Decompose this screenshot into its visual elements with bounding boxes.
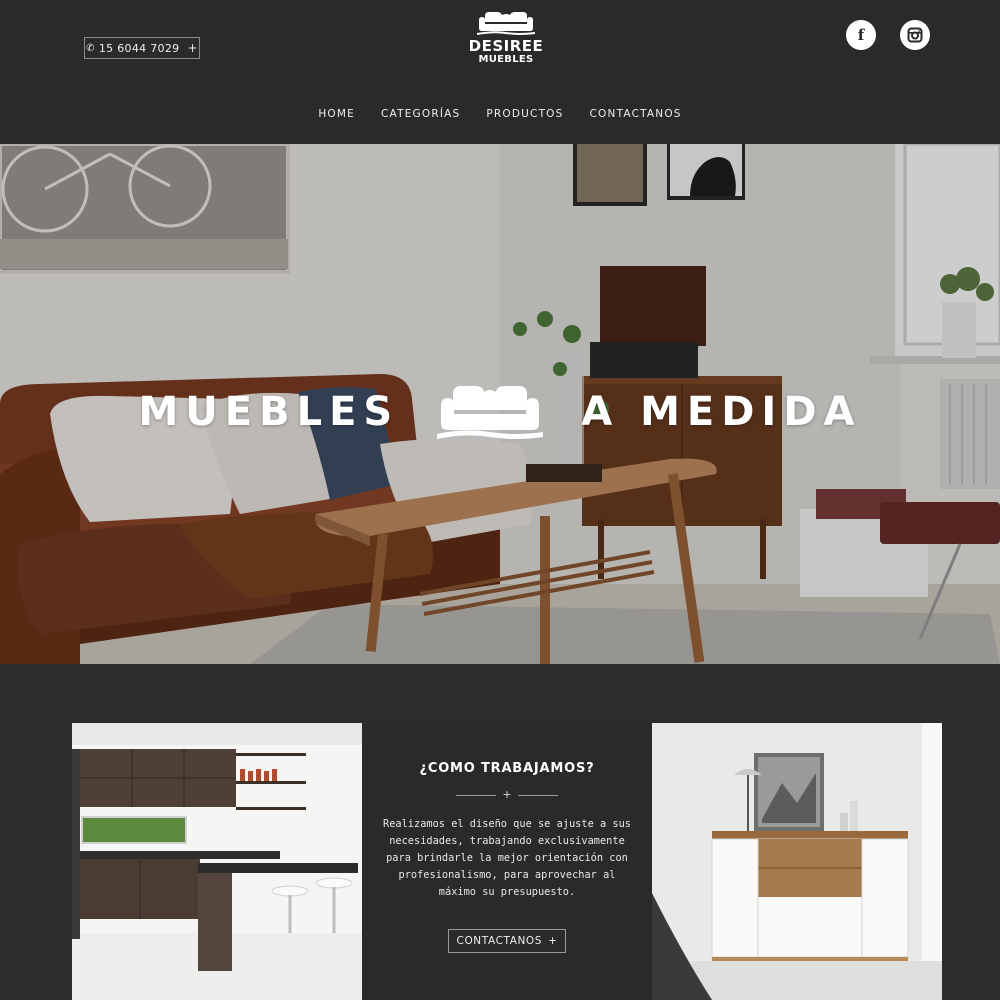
instagram-glyph bbox=[907, 27, 923, 43]
facebook-icon[interactable]: f bbox=[846, 20, 876, 50]
feature-description: Realizamos el diseño que se ajuste a sus… bbox=[383, 818, 631, 898]
feature-divider: + bbox=[455, 788, 559, 801]
contact-button-label: CONTACTANOS bbox=[456, 935, 543, 947]
logo-title: DESIREE bbox=[468, 37, 544, 55]
hero-title-right: A MEDIDA bbox=[581, 389, 862, 435]
sofa-icon bbox=[477, 12, 535, 35]
sideboard-image bbox=[652, 723, 942, 1000]
nav-contactanos[interactable]: CONTACTANOS bbox=[577, 108, 695, 120]
how-we-work-panel: ¿COMO TRABAJAMOS? + Realizamos el diseño… bbox=[362, 723, 652, 1000]
facebook-glyph: f bbox=[857, 26, 865, 44]
kitchen-image bbox=[72, 723, 362, 1000]
feature-title: ¿COMO TRABAJAMOS? bbox=[419, 761, 595, 776]
nav-categorias[interactable]: CATEGORÍAS bbox=[368, 108, 473, 120]
contact-button[interactable]: CONTACTANOS + bbox=[448, 929, 566, 953]
feature-section: ¿COMO TRABAJAMOS? + Realizamos el diseño… bbox=[72, 723, 942, 1000]
hero-heading: MUEBLES A MEDIDA bbox=[0, 382, 1000, 442]
logo-subtitle: MUEBLES bbox=[478, 54, 534, 65]
phone-number: 15 6044 7029 bbox=[98, 41, 180, 55]
site-header: ✆ 15 6044 7029 + DESIREE MUEBLES f HOME … bbox=[0, 0, 1000, 144]
plus-icon: + bbox=[548, 935, 558, 947]
instagram-icon[interactable] bbox=[900, 20, 930, 50]
hero-banner: MUEBLES A MEDIDA bbox=[0, 144, 1000, 664]
logo[interactable]: DESIREE MUEBLES bbox=[466, 10, 546, 66]
phone-icon: ✆ bbox=[86, 42, 95, 54]
nav-productos[interactable]: PRODUCTOS bbox=[473, 108, 576, 120]
phone-button[interactable]: ✆ 15 6044 7029 + bbox=[84, 37, 200, 59]
plus-icon: + bbox=[187, 41, 198, 55]
sofa-icon bbox=[437, 386, 544, 439]
hero-title-left: MUEBLES bbox=[138, 389, 400, 435]
divider-plus-icon: + bbox=[502, 788, 512, 801]
main-nav: HOME CATEGORÍAS PRODUCTOS CONTACTANOS bbox=[0, 108, 1000, 120]
nav-home[interactable]: HOME bbox=[305, 108, 368, 120]
